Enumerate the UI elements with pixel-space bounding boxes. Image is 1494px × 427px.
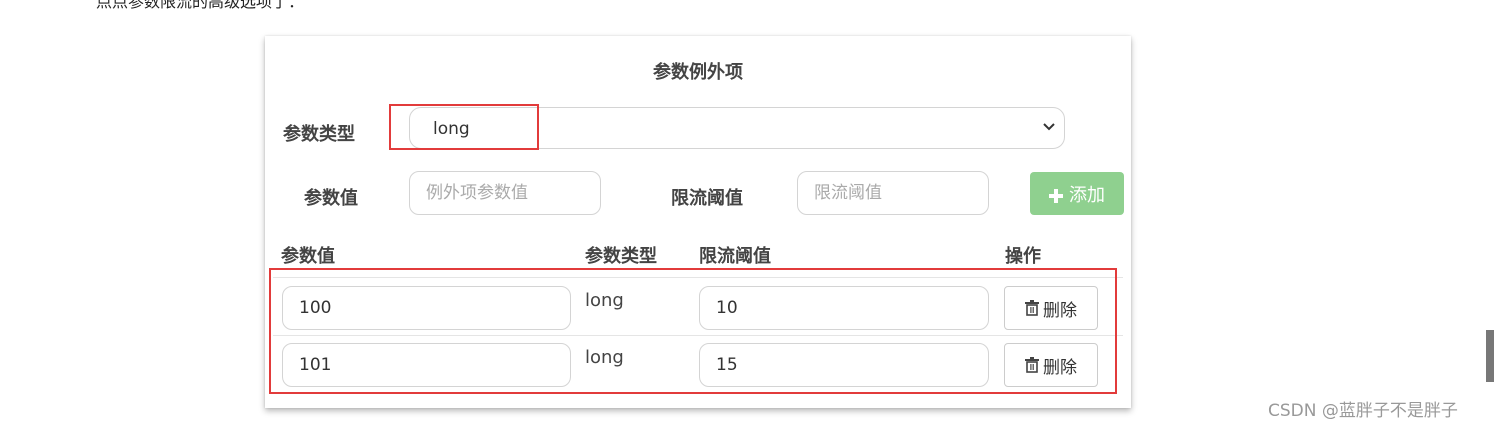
row-divider <box>273 335 1123 336</box>
row-threshold-input[interactable] <box>699 286 989 330</box>
intro-text: 点点参数限流的高级选项了： <box>96 0 305 11</box>
chevron-down-icon <box>1042 119 1056 135</box>
col-header-param-type: 参数类型 <box>585 246 657 267</box>
col-header-threshold: 限流阈值 <box>699 246 771 267</box>
col-header-param-value: 参数值 <box>281 246 335 267</box>
delete-button-label: 删除 <box>1043 300 1077 321</box>
row-threshold-input[interactable] <box>699 343 989 387</box>
row-param-value-input[interactable] <box>282 343 571 387</box>
add-button[interactable]: 添加 <box>1030 172 1124 215</box>
threshold-label: 限流阈值 <box>671 188 743 209</box>
threshold-input[interactable] <box>797 171 989 215</box>
delete-button[interactable]: 删除 <box>1004 343 1098 387</box>
param-type-select[interactable]: long <box>409 107 1065 149</box>
scrollbar[interactable] <box>1486 330 1494 382</box>
plus-icon <box>1049 187 1063 203</box>
row-param-type: long <box>585 290 624 311</box>
panel-title: 参数例外项 <box>653 62 743 83</box>
row-param-type: long <box>585 347 624 368</box>
trash-icon <box>1025 300 1039 316</box>
delete-button[interactable]: 删除 <box>1004 286 1098 330</box>
add-button-label: 添加 <box>1069 184 1105 206</box>
row-param-value-input[interactable] <box>282 286 571 330</box>
row-divider <box>273 277 1123 278</box>
delete-button-label: 删除 <box>1043 357 1077 378</box>
trash-icon <box>1025 357 1039 373</box>
param-value-input[interactable] <box>409 171 601 215</box>
param-value-label: 参数值 <box>304 188 358 209</box>
param-type-select-value: long <box>433 119 470 139</box>
param-type-label: 参数类型 <box>283 124 355 145</box>
param-exception-panel: 参数例外项 参数类型 long 参数值 限流阈值 添加 参数值 参数类型 限流阈… <box>265 36 1131 408</box>
watermark: CSDN @蓝胖子不是胖子 <box>1268 401 1458 421</box>
col-header-action: 操作 <box>1005 246 1041 267</box>
